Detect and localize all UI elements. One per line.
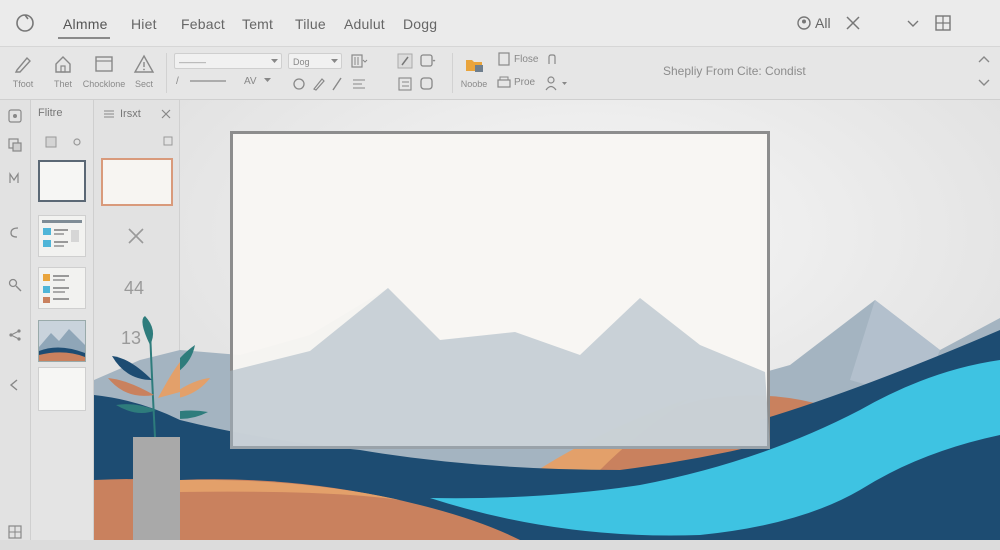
grid-icon[interactable]	[7, 524, 23, 540]
page-number: 44	[124, 278, 145, 298]
tab-almme[interactable]: Almme	[63, 16, 108, 32]
font-family-dash: ———	[179, 57, 206, 67]
chevron-down-icon[interactable]	[264, 77, 271, 84]
text-tool-icon[interactable]	[7, 170, 23, 186]
tfoot-button[interactable]: Tfoot	[1, 51, 45, 95]
layers-icon[interactable]	[7, 108, 23, 124]
home-icon	[55, 56, 71, 73]
font-style-value[interactable]: AV	[244, 74, 257, 90]
italic-button[interactable]: /	[176, 74, 179, 90]
slide-2-preview	[42, 220, 82, 247]
title-tab-bar: Almme Hiet Febact Temt Tilue Adulut Dogg…	[0, 0, 1000, 47]
printer-icon[interactable]	[497, 76, 511, 90]
underline-bar-icon[interactable]	[188, 74, 228, 88]
tab-dogg[interactable]: Dogg	[403, 16, 437, 32]
chevron-down-icon	[331, 59, 338, 63]
slide-thumbnail-5[interactable]	[38, 367, 86, 411]
tab-adulut[interactable]: Adulut	[344, 16, 385, 32]
account-icon[interactable]	[796, 12, 812, 34]
thet-button-label: Thet	[53, 79, 72, 89]
pencil-icon	[14, 56, 31, 73]
shape-outline-icon[interactable]	[418, 52, 436, 70]
slide-3-preview	[43, 274, 69, 303]
slide-thumbnail-2[interactable]	[38, 215, 86, 257]
app-logo-icon	[16, 14, 34, 32]
ribbon-separator	[452, 53, 453, 93]
tfoot-button-label: Tfoot	[12, 79, 34, 89]
ribbon-caption: Shepliy From Cite: Condist	[663, 64, 806, 78]
slide-4-preview	[39, 329, 85, 361]
close-icon[interactable]	[842, 12, 864, 34]
sect-button-label: Sect	[134, 79, 153, 89]
share-icon[interactable]	[7, 327, 23, 343]
status-bar	[0, 540, 1000, 550]
square-icon[interactable]	[45, 136, 57, 148]
chocklone-button[interactable]: Chocklone	[81, 51, 127, 95]
search-icon[interactable]	[7, 277, 23, 293]
slide-thumbnail-3[interactable]	[38, 267, 86, 309]
file-icon[interactable]	[497, 52, 511, 66]
brush-icon[interactable]	[396, 52, 414, 70]
paste-button-label: Noobe	[460, 79, 488, 89]
slide-thumbnail-1[interactable]	[38, 160, 86, 202]
align-icon[interactable]	[350, 75, 368, 93]
sect-button[interactable]: Sect	[122, 51, 166, 95]
undo-icon[interactable]	[7, 224, 23, 240]
close-icon[interactable]	[161, 109, 171, 119]
ribbon-toolbar: Tfoot Thet Chocklone Sect ——— Dog / AV N…	[0, 47, 1000, 100]
account-label[interactable]: All	[815, 15, 831, 37]
folder-icon	[466, 60, 483, 72]
menu-icon[interactable]	[103, 109, 115, 119]
chocklone-button-label: Chocklone	[82, 79, 126, 89]
window-icon	[95, 56, 113, 72]
font-size-select[interactable]: Dog	[288, 53, 342, 69]
print-label[interactable]: Proe	[514, 75, 535, 91]
copy-icon[interactable]	[7, 137, 23, 153]
list-icon[interactable]	[396, 75, 414, 93]
active-tab-indicator	[58, 37, 110, 39]
paste-button[interactable]: Noobe	[456, 51, 492, 95]
edit-icon[interactable]	[310, 75, 328, 93]
chevron-up-icon[interactable]	[977, 53, 991, 65]
layout-icon[interactable]	[934, 12, 952, 34]
tab-febact[interactable]: Febact	[181, 16, 225, 32]
back-icon[interactable]	[7, 377, 23, 393]
pen-icon[interactable]	[328, 75, 346, 93]
circle-shape-icon[interactable]	[290, 75, 308, 93]
notes-thumbnail[interactable]	[101, 158, 173, 206]
chevron-down-icon[interactable]	[977, 77, 991, 89]
expand-icon[interactable]	[163, 136, 173, 146]
person-icon[interactable]	[545, 75, 569, 91]
ribbon-separator	[166, 53, 167, 93]
chevron-down-icon	[271, 59, 278, 63]
settings-icon[interactable]	[71, 136, 83, 148]
slides-panel-title: Flitre	[38, 107, 63, 119]
tab-tilue[interactable]: Tilue	[295, 16, 326, 32]
file-label[interactable]: Flose	[514, 52, 538, 68]
slide-overlay	[230, 288, 770, 449]
rounded-box-icon[interactable]	[418, 75, 436, 93]
tab-temt[interactable]: Temt	[242, 16, 273, 32]
notes-panel-title: Irsxt	[120, 108, 141, 120]
delete-icon[interactable]	[126, 226, 146, 246]
tab-hiet[interactable]: Hiet	[131, 16, 157, 32]
left-tool-strip	[0, 100, 31, 550]
thet-button[interactable]: Thet	[41, 51, 85, 95]
slide-thumbnail-4[interactable]	[38, 320, 86, 362]
dropdown-icon[interactable]	[905, 12, 921, 34]
landscape-overflow	[94, 316, 180, 540]
paragraph-icon[interactable]	[350, 52, 368, 70]
font-size-value: Dog	[293, 57, 310, 67]
font-family-select[interactable]: ———	[174, 53, 282, 69]
hand-icon[interactable]	[545, 52, 559, 66]
warning-icon	[133, 54, 155, 73]
